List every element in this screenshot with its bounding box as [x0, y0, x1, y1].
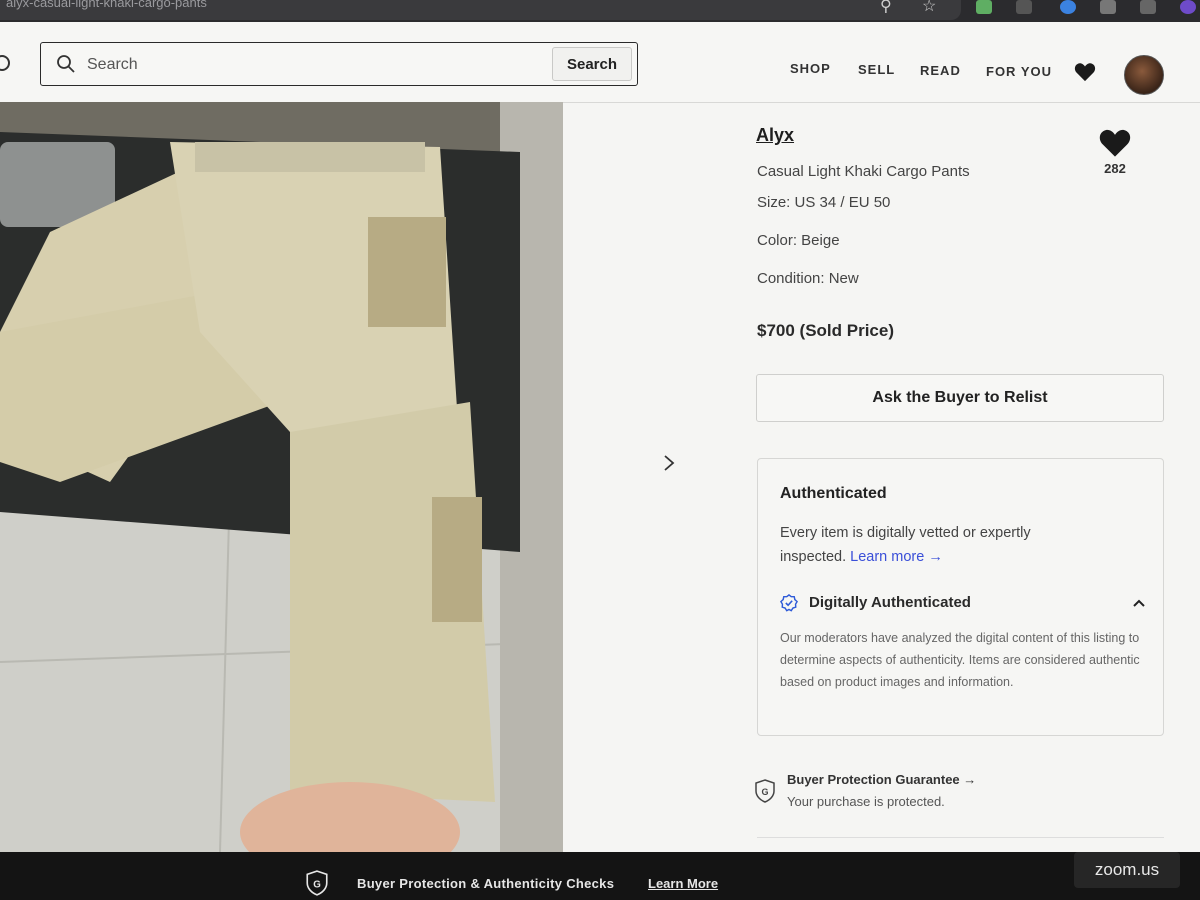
extension-icon[interactable] — [1140, 0, 1156, 14]
shield-g-icon: G — [306, 870, 328, 896]
browser-toolbar: alyx-casual-light-khaki-cargo-pants ⚲ ☆ — [0, 0, 1200, 22]
price: $700 (Sold Price) — [757, 321, 895, 340]
favorites-count: 282 — [1104, 161, 1126, 176]
verified-check-icon — [780, 594, 798, 612]
url-text: alyx-casual-light-khaki-cargo-pants — [6, 0, 207, 10]
size-text: Size: US 34 / EU 50 — [757, 194, 891, 211]
search-button[interactable]: Search — [552, 47, 632, 81]
nav-sell[interactable]: SELL — [858, 62, 895, 77]
divider — [757, 837, 1164, 838]
ask-relist-button[interactable]: Ask the Buyer to Relist — [756, 374, 1164, 422]
buyer-protection[interactable]: G Buyer Protection Guarantee → Your purc… — [755, 767, 1155, 817]
heart-icon[interactable] — [1074, 62, 1096, 82]
profile-icon[interactable] — [1180, 0, 1196, 14]
brand-link[interactable]: Alyx — [756, 125, 794, 146]
extension-icon[interactable] — [976, 0, 992, 14]
digital-auth-label: Digitally Authenticated — [809, 594, 971, 611]
menu-icon[interactable] — [0, 55, 10, 71]
nav-for-you[interactable]: FOR YOU — [986, 64, 1052, 79]
banner-text: Buyer Protection & Authenticity Checks — [357, 876, 615, 891]
condition-text: Condition: New — [757, 270, 859, 287]
auth-title: Authenticated — [780, 485, 887, 502]
listing-title: Casual Light Khaki Cargo Pants — [757, 163, 970, 180]
product-image — [0, 102, 563, 852]
digital-auth-description: Our moderators have analyzed the digital… — [780, 631, 1140, 689]
svg-text:G: G — [313, 879, 321, 890]
extension-icon[interactable] — [1060, 0, 1076, 14]
search-icon — [57, 55, 75, 73]
star-icon[interactable]: ☆ — [922, 0, 936, 16]
search-bar: Search — [40, 42, 638, 86]
puzzle-icon[interactable] — [1100, 0, 1116, 14]
search-icon[interactable]: ⚲ — [880, 0, 892, 16]
nav-shop[interactable]: SHOP — [790, 61, 831, 76]
zoom-overlay-label: zoom.us — [1074, 852, 1180, 888]
authentication-card: Authenticated Every item is digitally ve… — [757, 458, 1164, 736]
search-input[interactable] — [85, 51, 569, 79]
color-text: Color: Beige — [757, 232, 840, 249]
buyer-protection-title[interactable]: Buyer Protection Guarantee → — [787, 772, 976, 787]
bottom-banner: G Buyer Protection & Authenticity Checks… — [0, 852, 1200, 900]
product-photo[interactable] — [0, 102, 563, 852]
shield-g-icon: G — [755, 779, 775, 803]
listing-page: Search SHOP SELL READ FOR YOU — [0, 22, 1200, 852]
site-header: Search SHOP SELL READ FOR YOU — [0, 22, 1200, 103]
chevron-up-icon[interactable] — [1133, 598, 1145, 608]
extension-icon[interactable] — [1016, 0, 1032, 14]
auth-body: Every item is digitally vetted or expert… — [780, 521, 1100, 569]
avatar[interactable] — [1124, 55, 1164, 95]
digital-auth-toggle[interactable]: Digitally Authenticated — [780, 593, 1145, 617]
banner-learn-more-link[interactable]: Learn More — [648, 876, 718, 891]
buyer-protection-subtitle: Your purchase is protected. — [787, 794, 945, 809]
chevron-right-icon[interactable] — [662, 454, 676, 472]
learn-more-link[interactable]: Learn more → — [850, 549, 943, 565]
address-bar[interactable]: alyx-casual-light-khaki-cargo-pants — [0, 0, 961, 20]
nav-read[interactable]: READ — [920, 63, 961, 78]
svg-text:G: G — [761, 787, 768, 797]
favorite-heart-icon[interactable] — [1098, 128, 1132, 158]
